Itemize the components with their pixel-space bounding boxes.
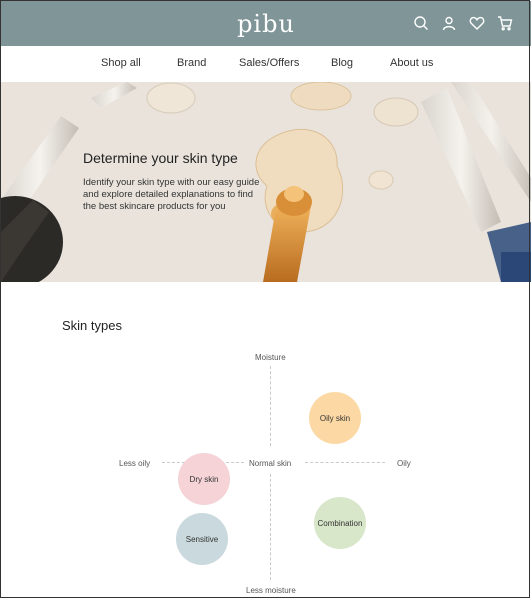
axis-label-oily: Oily [397, 459, 411, 468]
axis-line-right [305, 462, 385, 463]
skin-types-title: Skin types [62, 318, 122, 333]
skin-type-dry[interactable]: Dry skin [178, 453, 230, 505]
nav-sales-offers[interactable]: Sales/Offers [239, 57, 299, 69]
hero-banner: Determine your skin type Identify your s… [1, 82, 531, 282]
heart-icon[interactable] [469, 15, 485, 31]
nav-blog[interactable]: Blog [331, 57, 353, 69]
skin-type-oily-label: Oily skin [319, 413, 351, 423]
nav-about-us[interactable]: About us [390, 57, 433, 69]
axis-label-moisture: Moisture [255, 353, 286, 362]
skin-type-sensitive[interactable]: Sensitive [176, 513, 228, 565]
nav-brand[interactable]: Brand [177, 57, 206, 69]
skin-type-dry-label: Dry skin [189, 474, 219, 484]
main-nav: Shop all Brand Sales/Offers Blog About u… [1, 46, 531, 83]
axis-label-less-oily: Less oily [119, 459, 151, 468]
skin-type-combination[interactable]: Combination [314, 497, 366, 549]
search-icon[interactable] [413, 15, 429, 31]
axis-label-normal-skin[interactable]: Normal skin [249, 459, 291, 468]
header-icons [413, 15, 513, 31]
axis-label-less-moisture: Less moisture [246, 586, 296, 595]
skin-type-oily[interactable]: Oily skin [309, 392, 361, 444]
nav-shop-all[interactable]: Shop all [101, 57, 141, 69]
cart-icon[interactable] [497, 15, 513, 31]
axis-line-top [270, 366, 271, 446]
skin-type-combination-label: Combination [317, 518, 363, 528]
hero-image [1, 82, 531, 282]
hero-title: Determine your skin type [83, 150, 238, 166]
site-header: pibu [1, 1, 531, 46]
user-icon[interactable] [441, 15, 457, 31]
skin-type-sensitive-label: Sensitive [185, 534, 219, 544]
hero-description: Identify your skin type with our easy gu… [83, 177, 260, 212]
axis-line-bottom [270, 474, 271, 580]
